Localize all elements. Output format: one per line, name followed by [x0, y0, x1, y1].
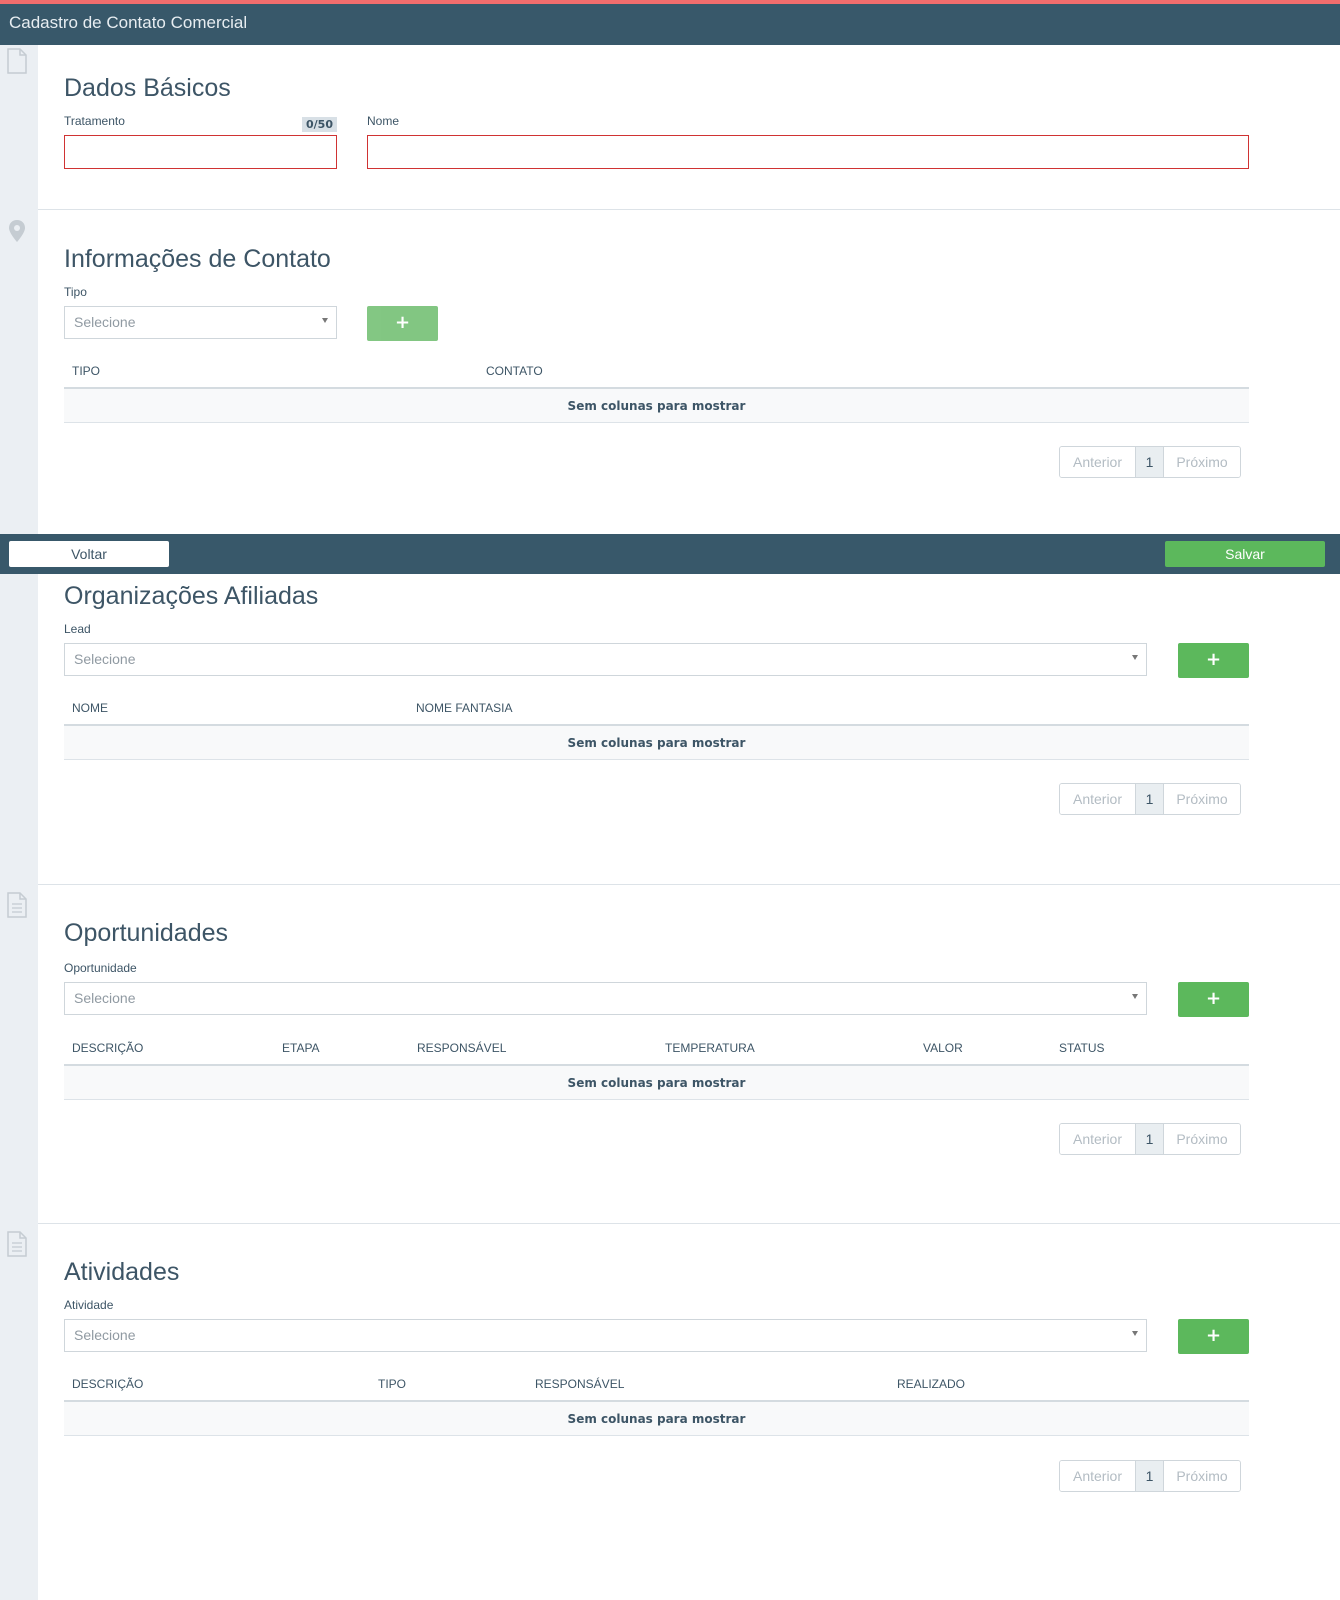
column-header-contato[interactable]: CONTATO [486, 364, 543, 378]
column-header-responsavel[interactable]: RESPONSÁVEL [535, 1377, 624, 1391]
add-contact-button[interactable]: + [367, 306, 438, 341]
add-opportunity-button[interactable]: + [1178, 982, 1249, 1017]
pagination-next-button[interactable]: Próximo [1164, 784, 1240, 814]
lead-select[interactable]: Selecione [64, 643, 1147, 676]
left-gutter [0, 45, 38, 1600]
chevron-down-icon [1132, 655, 1138, 660]
pagination: Anterior 1 Próximo [1059, 1460, 1241, 1492]
pagination-page-1[interactable]: 1 [1136, 447, 1164, 477]
pagination: Anterior 1 Próximo [1059, 1123, 1241, 1155]
section-title-affiliates: Organizações Afiliadas [64, 582, 319, 610]
empty-table-row: Sem colunas para mostrar [64, 1066, 1249, 1100]
column-header-nome[interactable]: NOME [72, 701, 108, 715]
pagination-next-button[interactable]: Próximo [1164, 447, 1240, 477]
pagination-prev-button[interactable]: Anterior [1060, 447, 1136, 477]
pagination-prev-button[interactable]: Anterior [1060, 1124, 1136, 1154]
section-title-basic: Dados Básicos [64, 74, 231, 102]
pagination-prev-button[interactable]: Anterior [1060, 784, 1136, 814]
opportunity-label: Oportunidade [64, 961, 137, 975]
pagination-page-1[interactable]: 1 [1136, 784, 1164, 814]
pagination-page-1[interactable]: 1 [1136, 1124, 1164, 1154]
location-pin-icon [9, 220, 25, 242]
column-header-descricao[interactable]: DESCRIÇÃO [72, 1041, 143, 1055]
section-divider [38, 209, 1340, 210]
type-select[interactable]: Selecione [64, 306, 337, 339]
empty-table-row: Sem colunas para mostrar [64, 1402, 1249, 1436]
column-header-responsavel[interactable]: RESPONSÁVEL [417, 1041, 506, 1055]
chevron-down-icon [1132, 1331, 1138, 1336]
section-divider [38, 884, 1340, 885]
add-lead-button[interactable]: + [1178, 643, 1249, 678]
pagination: Anterior 1 Próximo [1059, 446, 1241, 478]
pagination-next-button[interactable]: Próximo [1164, 1461, 1240, 1491]
type-select-value: Selecione [74, 314, 136, 330]
action-bar: Voltar Salvar [0, 534, 1340, 574]
empty-table-row: Sem colunas para mostrar [64, 726, 1249, 760]
pagination-prev-button[interactable]: Anterior [1060, 1461, 1136, 1491]
back-button[interactable]: Voltar [9, 541, 169, 567]
treatment-input[interactable] [64, 135, 337, 169]
column-header-nome-fantasia[interactable]: NOME FANTASIA [416, 701, 512, 715]
page-title: Cadastro de Contato Comercial [9, 13, 248, 32]
treatment-char-counter: 0/50 [302, 117, 337, 132]
column-header-etapa[interactable]: ETAPA [282, 1041, 320, 1055]
opportunity-select-value: Selecione [74, 990, 136, 1006]
document-lines-icon [7, 1231, 27, 1257]
save-button[interactable]: Salvar [1165, 541, 1325, 567]
column-header-temperatura[interactable]: TEMPERATURA [665, 1041, 755, 1055]
column-header-tipo[interactable]: TIPO [72, 364, 100, 378]
pagination-next-button[interactable]: Próximo [1164, 1124, 1240, 1154]
page: Cadastro de Contato Comercial Dados Bási… [0, 0, 1340, 1600]
empty-table-row: Sem colunas para mostrar [64, 389, 1249, 423]
chevron-down-icon [1132, 994, 1138, 999]
column-header-descricao[interactable]: DESCRIÇÃO [72, 1377, 143, 1391]
treatment-label: Tratamento [64, 114, 125, 128]
lead-select-value: Selecione [74, 651, 136, 667]
lead-label: Lead [64, 622, 91, 636]
column-header-valor[interactable]: VALOR [923, 1041, 963, 1055]
opportunity-select[interactable]: Selecione [64, 982, 1147, 1015]
column-header-tipo[interactable]: TIPO [378, 1377, 406, 1391]
activity-select-value: Selecione [74, 1327, 136, 1343]
column-header-realizado[interactable]: REALIZADO [897, 1377, 965, 1391]
section-title-contact: Informações de Contato [64, 245, 331, 273]
document-lines-icon [7, 892, 27, 918]
name-input[interactable] [367, 135, 1249, 169]
type-label: Tipo [64, 285, 87, 299]
add-activity-button[interactable]: + [1178, 1319, 1249, 1354]
pagination-page-1[interactable]: 1 [1136, 1461, 1164, 1491]
section-title-activities: Atividades [64, 1258, 180, 1286]
pagination: Anterior 1 Próximo [1059, 783, 1241, 815]
section-divider [38, 1223, 1340, 1224]
document-icon [7, 48, 27, 74]
app-header: Cadastro de Contato Comercial [0, 4, 1340, 45]
chevron-down-icon [322, 318, 328, 323]
activity-label: Atividade [64, 1298, 114, 1312]
section-title-opportunities: Oportunidades [64, 919, 229, 947]
column-header-status[interactable]: STATUS [1059, 1041, 1105, 1055]
activity-select[interactable]: Selecione [64, 1319, 1147, 1352]
name-label: Nome [367, 114, 400, 128]
